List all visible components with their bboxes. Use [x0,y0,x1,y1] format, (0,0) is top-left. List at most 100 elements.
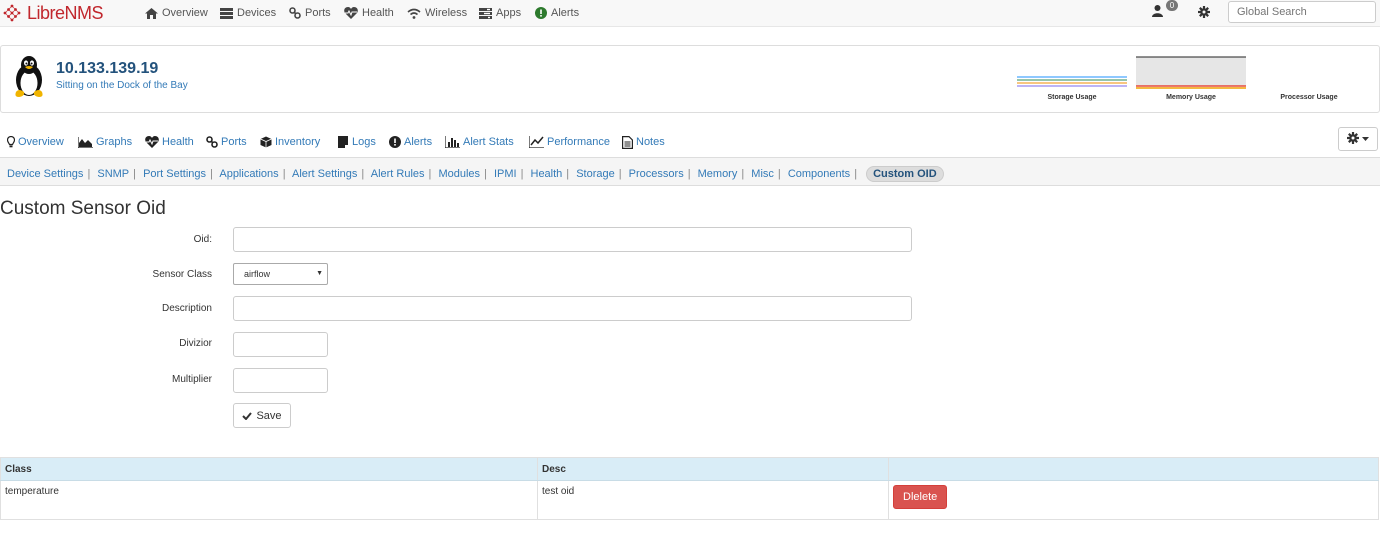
subnav-processors[interactable]: Processors [629,168,684,180]
cube-icon [260,136,272,148]
nav-ports-label: Ports [305,7,331,19]
page-title: Custom Sensor Oid [0,198,166,219]
memory-usage-graph[interactable]: Memory Usage [1136,55,1246,101]
subnav-applications[interactable]: Applications [219,168,278,180]
area-chart-icon [78,136,93,148]
user-icon[interactable] [1152,5,1163,20]
subnav-components[interactable]: Components [788,168,850,180]
cog-icon [1347,131,1359,147]
bar-chart-icon [445,136,460,148]
multiplier-input[interactable] [233,368,328,393]
nav-overview-label: Overview [162,7,208,19]
global-search-input[interactable] [1228,1,1376,23]
line-chart-icon [529,136,544,148]
nav-health[interactable]: Health [344,5,394,21]
linux-tux-icon [15,56,43,97]
server-icon [220,7,233,19]
nav-ports[interactable]: Ports [289,5,331,21]
sensor-class-value: airflow [244,269,271,279]
description-label: Description [161,303,212,314]
description-input[interactable] [233,296,912,321]
link-icon [206,136,218,148]
storage-usage-graph[interactable]: Storage Usage [1017,55,1127,101]
nav-apps[interactable]: Apps [479,5,521,21]
tab-alerts[interactable]: Alerts [389,133,432,151]
subnav-modules[interactable]: Modules [438,168,480,180]
tab-alert-stats-label: Alert Stats [463,136,514,148]
column-header-class: Class [0,457,538,481]
storage-usage-sparkline [1017,76,1127,87]
nav-alerts[interactable]: Alerts [535,5,579,21]
save-button[interactable]: Save [233,403,291,428]
tab-logs-label: Logs [352,136,376,148]
heartbeat-icon [145,136,159,148]
subnav-misc[interactable]: Misc [751,168,774,180]
subnav-custom-oid-active[interactable]: Custom OID [866,166,944,182]
processor-usage-label: Processor Usage [1280,94,1338,101]
gear-icon[interactable] [1198,6,1210,21]
tab-overview[interactable]: Overview [7,133,64,151]
subnav-memory[interactable]: Memory [698,168,738,180]
tab-ports[interactable]: Ports [206,133,247,151]
subnav-alert-rules[interactable]: Alert Rules [371,168,425,180]
tab-notes-label: Notes [636,136,665,148]
nav-health-label: Health [362,7,394,19]
divizior-label: Divizior [179,338,212,349]
exclamation-circle-icon [535,7,547,19]
home-icon [145,7,158,19]
save-button-label: Save [256,409,282,422]
tab-alert-stats[interactable]: Alert Stats [445,133,514,151]
cell-class: temperature [0,480,538,520]
processor-usage-graph[interactable]: Processor Usage [1254,55,1364,101]
cell-desc: test oid [537,480,889,520]
multiplier-label: Multiplier [171,374,212,385]
custom-oid-table: Class Desc temperature test oid Dlelete [0,457,1379,520]
subnav-port-settings[interactable]: Port Settings [143,168,206,180]
nav-devices-label: Devices [237,7,277,19]
divizior-input[interactable] [233,332,328,357]
tab-graphs-label: Graphs [96,136,133,148]
brand-text: LibreNMS [27,2,104,23]
file-text-icon [622,135,633,149]
subnav-storage[interactable]: Storage [576,168,615,180]
settings-subnav: Device Settings | SNMP | Port Settings | Ap… [0,157,1380,186]
tab-performance-label: Performance [547,136,610,148]
nav-apps-label: Apps [496,7,522,19]
tab-ports-label: Ports [221,136,247,148]
device-hostname[interactable]: 10.133.139.19 [56,60,158,78]
subnav-ipmi[interactable]: IPMI [494,168,517,180]
sensor-class-select[interactable]: airflow ▼ [233,263,328,285]
check-icon [242,411,253,420]
delete-button[interactable]: Dlelete [893,485,948,509]
subnav-device-settings[interactable]: Device Settings [7,168,83,180]
tab-performance[interactable]: Performance [529,133,610,151]
nav-overview[interactable]: Overview [145,5,208,21]
tab-health[interactable]: Health [145,133,194,151]
oid-input[interactable] [233,227,912,252]
column-header-desc: Desc [537,457,889,481]
table-row: temperature test oid Dlelete [0,480,1379,520]
nav-wireless[interactable]: Wireless [407,5,467,21]
librenms-logo[interactable]: LibreNMS [2,2,104,24]
subnav-health[interactable]: Health [531,168,563,180]
top-navbar: LibreNMS Overview Devices Ports Health W… [0,0,1380,27]
tab-graphs[interactable]: Graphs [78,133,132,151]
column-header-actions [888,457,1379,481]
caret-down-icon [1362,137,1369,141]
cell-actions: Dlelete [888,480,1379,520]
link-icon [289,7,301,19]
nav-alerts-label: Alerts [551,7,580,19]
tab-notes[interactable]: Notes [622,133,665,151]
tab-health-label: Health [162,136,194,148]
lightbulb-icon [7,136,15,148]
heartbeat-icon [344,7,358,19]
nav-devices[interactable]: Devices [220,5,276,21]
device-actions-dropdown[interactable] [1338,127,1378,151]
tab-inventory[interactable]: Inventory [260,133,320,151]
subnav-snmp[interactable]: SNMP [97,168,129,180]
exclamation-circle-icon [389,136,401,148]
subnav-alert-settings[interactable]: Alert Settings [292,168,357,180]
settings-subnav-links: Device Settings | SNMP | Port Settings | Ap… [7,166,944,182]
tab-logs[interactable]: Logs [338,133,376,151]
table-header-row: Class Desc [0,457,1379,481]
